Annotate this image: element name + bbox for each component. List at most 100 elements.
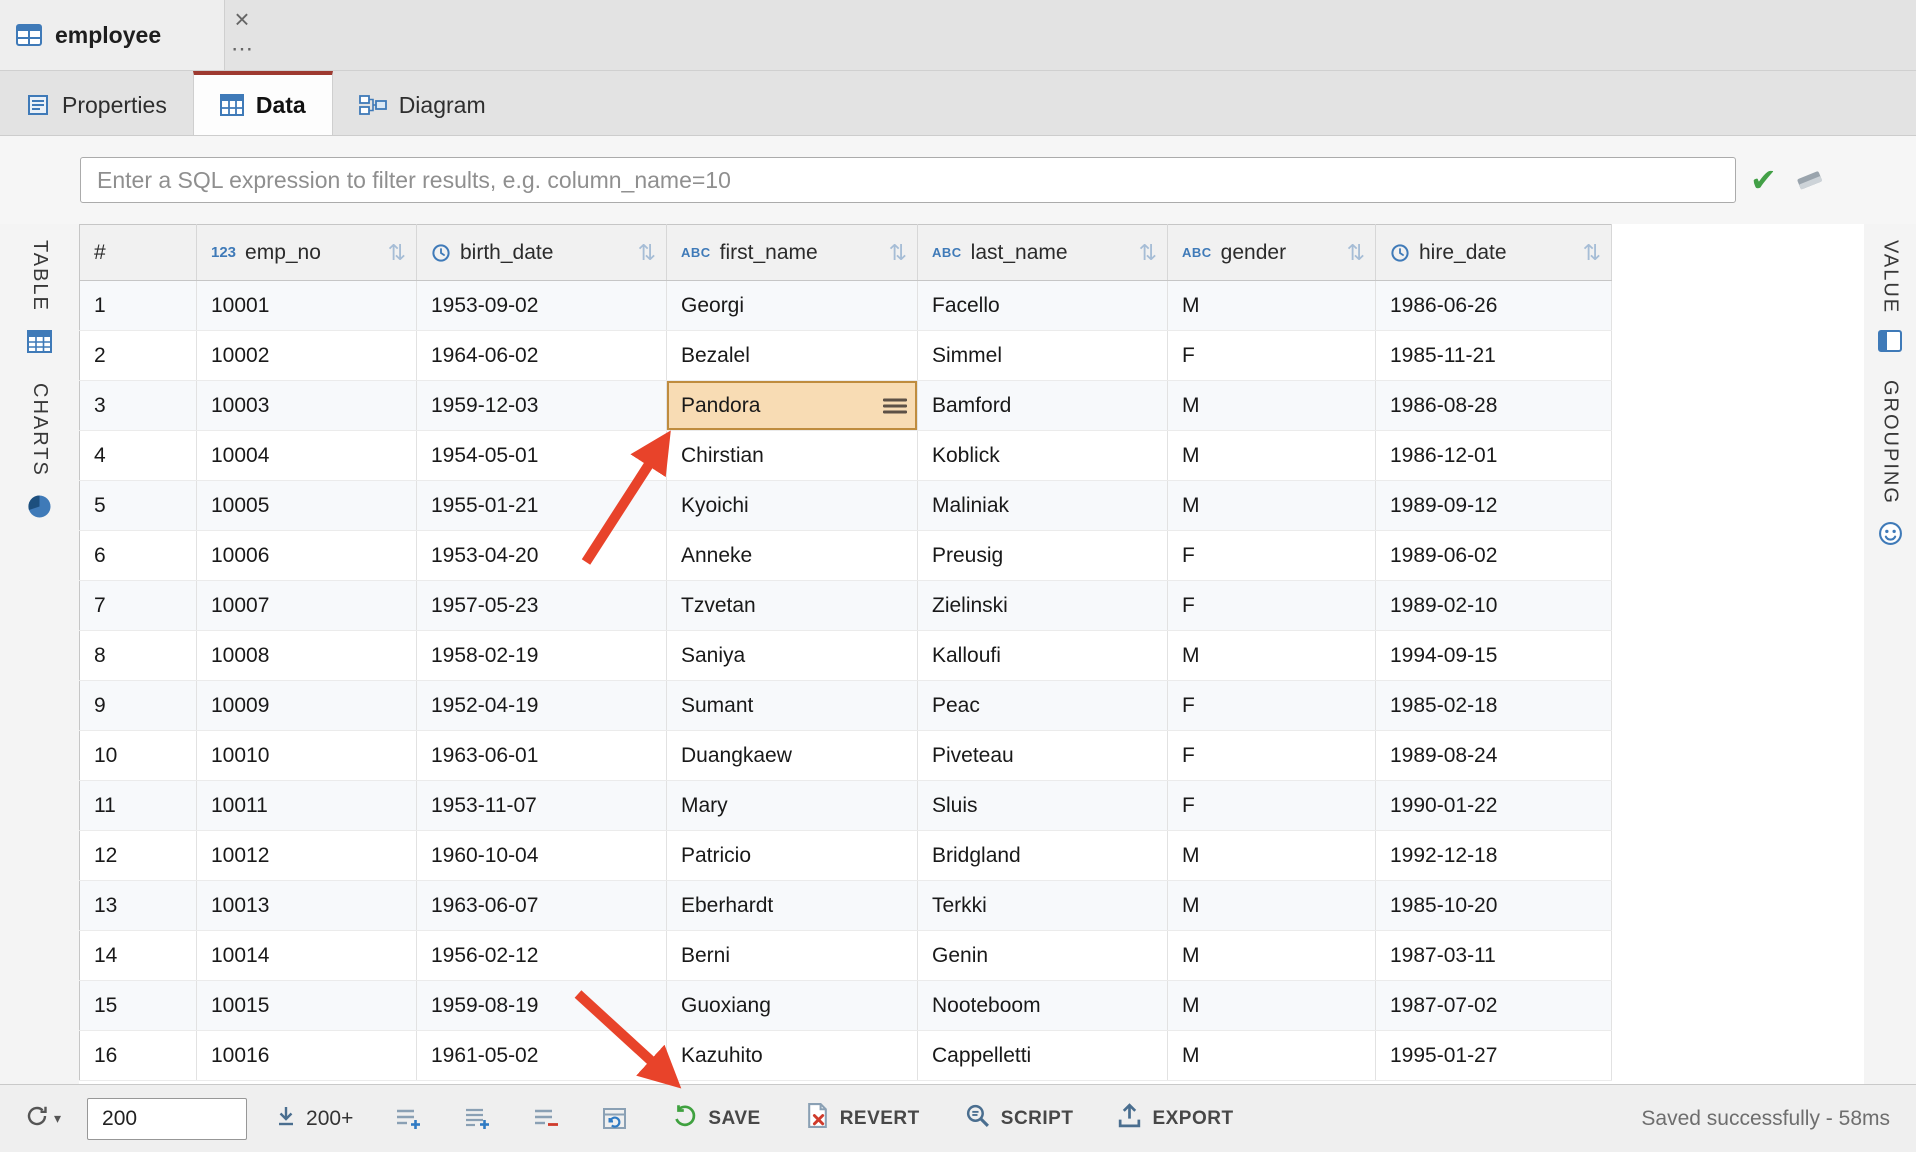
data-cell[interactable]: Simmel (918, 331, 1168, 381)
refresh-data-icon[interactable] (602, 1106, 627, 1131)
data-cell[interactable]: 10002 (197, 331, 417, 381)
add-row-icon[interactable] (395, 1106, 422, 1131)
rail-tab-table[interactable]: TABLE (28, 240, 51, 312)
row-number-cell[interactable]: 16 (80, 1031, 197, 1081)
data-cell[interactable]: 10004 (197, 431, 417, 481)
sort-icon[interactable]: ⇅ (638, 240, 656, 266)
data-cell[interactable]: Georgi (667, 281, 918, 331)
data-cell[interactable]: 10010 (197, 731, 417, 781)
data-cell[interactable]: Terkki (918, 881, 1168, 931)
data-cell[interactable]: 10009 (197, 681, 417, 731)
row-number-cell[interactable]: 1 (80, 281, 197, 331)
duplicate-row-icon[interactable] (464, 1106, 491, 1131)
data-cell[interactable]: F (1168, 331, 1376, 381)
data-cell[interactable]: 1963-06-07 (417, 881, 667, 931)
export-button[interactable]: EXPORT (1117, 1102, 1233, 1135)
data-cell[interactable]: Bezalel (667, 331, 918, 381)
data-cell[interactable]: Patricio (667, 831, 918, 881)
data-cell[interactable]: 1989-06-02 (1376, 531, 1612, 581)
row-number-cell[interactable]: 6 (80, 531, 197, 581)
sort-icon[interactable]: ⇅ (889, 240, 907, 266)
data-cell[interactable]: Peac (918, 681, 1168, 731)
tab-data[interactable]: Data (193, 71, 333, 135)
data-cell[interactable]: M (1168, 981, 1376, 1031)
column-header-gender[interactable]: ABCgender⇅ (1168, 225, 1376, 281)
data-cell[interactable]: Anneke (667, 531, 918, 581)
revert-button[interactable]: REVERT (805, 1102, 920, 1135)
editor-tab-employee[interactable]: employee (0, 0, 225, 70)
value-panel-icon[interactable] (1878, 330, 1902, 352)
row-number-cell[interactable]: 14 (80, 931, 197, 981)
data-cell[interactable]: 10012 (197, 831, 417, 881)
data-cell[interactable]: 10001 (197, 281, 417, 331)
row-number-cell[interactable]: 9 (80, 681, 197, 731)
data-cell[interactable]: 1952-04-19 (417, 681, 667, 731)
data-cell[interactable]: Mary (667, 781, 918, 831)
data-cell[interactable]: F (1168, 581, 1376, 631)
data-cell[interactable]: 10016 (197, 1031, 417, 1081)
data-cell[interactable]: Bridgland (918, 831, 1168, 881)
data-cell[interactable]: Pandora (667, 381, 918, 431)
data-cell[interactable]: 10005 (197, 481, 417, 531)
data-cell[interactable]: 1953-09-02 (417, 281, 667, 331)
data-cell[interactable]: 1955-01-21 (417, 481, 667, 531)
cell-menu-icon[interactable] (883, 397, 907, 414)
column-header-first_name[interactable]: ABCfirst_name⇅ (667, 225, 918, 281)
sort-icon[interactable]: ⇅ (1347, 240, 1365, 266)
close-tab-icon[interactable]: × (234, 6, 249, 32)
data-cell[interactable]: Duangkaew (667, 731, 918, 781)
data-cell[interactable]: 1956-02-12 (417, 931, 667, 981)
tab-diagram[interactable]: Diagram (333, 71, 512, 135)
data-cell[interactable]: 10014 (197, 931, 417, 981)
data-cell[interactable]: 1957-05-23 (417, 581, 667, 631)
data-cell[interactable]: Chirstian (667, 431, 918, 481)
rail-tab-charts[interactable]: CHARTS (28, 383, 51, 477)
data-cell[interactable]: 1986-08-28 (1376, 381, 1612, 431)
data-cell[interactable]: Bamford (918, 381, 1168, 431)
data-cell[interactable]: 1995-01-27 (1376, 1031, 1612, 1081)
data-cell[interactable]: 1963-06-01 (417, 731, 667, 781)
clear-filter-icon[interactable] (1793, 166, 1825, 194)
row-number-cell[interactable]: 10 (80, 731, 197, 781)
data-cell[interactable]: Kalloufi (918, 631, 1168, 681)
sort-icon[interactable]: ⇅ (1583, 240, 1601, 266)
data-cell[interactable]: M (1168, 481, 1376, 531)
row-number-cell[interactable]: 5 (80, 481, 197, 531)
data-cell[interactable]: Sluis (918, 781, 1168, 831)
data-cell[interactable]: F (1168, 531, 1376, 581)
row-number-cell[interactable]: 4 (80, 431, 197, 481)
data-cell[interactable]: 1964-06-02 (417, 331, 667, 381)
data-cell[interactable]: M (1168, 631, 1376, 681)
data-cell[interactable]: Preusig (918, 531, 1168, 581)
row-number-cell[interactable]: 3 (80, 381, 197, 431)
delete-row-icon[interactable] (533, 1106, 560, 1131)
fetch-size-input[interactable] (87, 1098, 247, 1140)
tab-overflow-icon[interactable]: ⋯ (231, 38, 253, 60)
data-cell[interactable]: M (1168, 281, 1376, 331)
data-cell[interactable]: 1954-05-01 (417, 431, 667, 481)
data-cell[interactable]: Guoxiang (667, 981, 918, 1031)
data-cell[interactable]: Zielinski (918, 581, 1168, 631)
row-number-cell[interactable]: 7 (80, 581, 197, 631)
data-cell[interactable]: Sumant (667, 681, 918, 731)
data-cell[interactable]: 1985-10-20 (1376, 881, 1612, 931)
grid-presentation-icon[interactable] (26, 328, 53, 355)
row-number-cell[interactable]: 8 (80, 631, 197, 681)
data-cell[interactable]: Kazuhito (667, 1031, 918, 1081)
data-cell[interactable]: Facello (918, 281, 1168, 331)
refresh-dropdown[interactable]: ▾ (24, 1103, 61, 1134)
rail-tab-value[interactable]: VALUE (1879, 240, 1902, 314)
data-cell[interactable]: 1961-05-02 (417, 1031, 667, 1081)
row-number-cell[interactable]: 11 (80, 781, 197, 831)
data-cell[interactable]: Nooteboom (918, 981, 1168, 1031)
data-cell[interactable]: Cappelletti (918, 1031, 1168, 1081)
data-cell[interactable]: 10007 (197, 581, 417, 631)
data-cell[interactable]: Genin (918, 931, 1168, 981)
data-cell[interactable]: 1987-03-11 (1376, 931, 1612, 981)
row-number-cell[interactable]: 12 (80, 831, 197, 881)
fetch-next-button[interactable]: 200+ (275, 1105, 353, 1133)
data-cell[interactable]: Berni (667, 931, 918, 981)
column-header-birth_date[interactable]: birth_date⇅ (417, 225, 667, 281)
data-cell[interactable]: 1985-02-18 (1376, 681, 1612, 731)
column-header-last_name[interactable]: ABClast_name⇅ (918, 225, 1168, 281)
